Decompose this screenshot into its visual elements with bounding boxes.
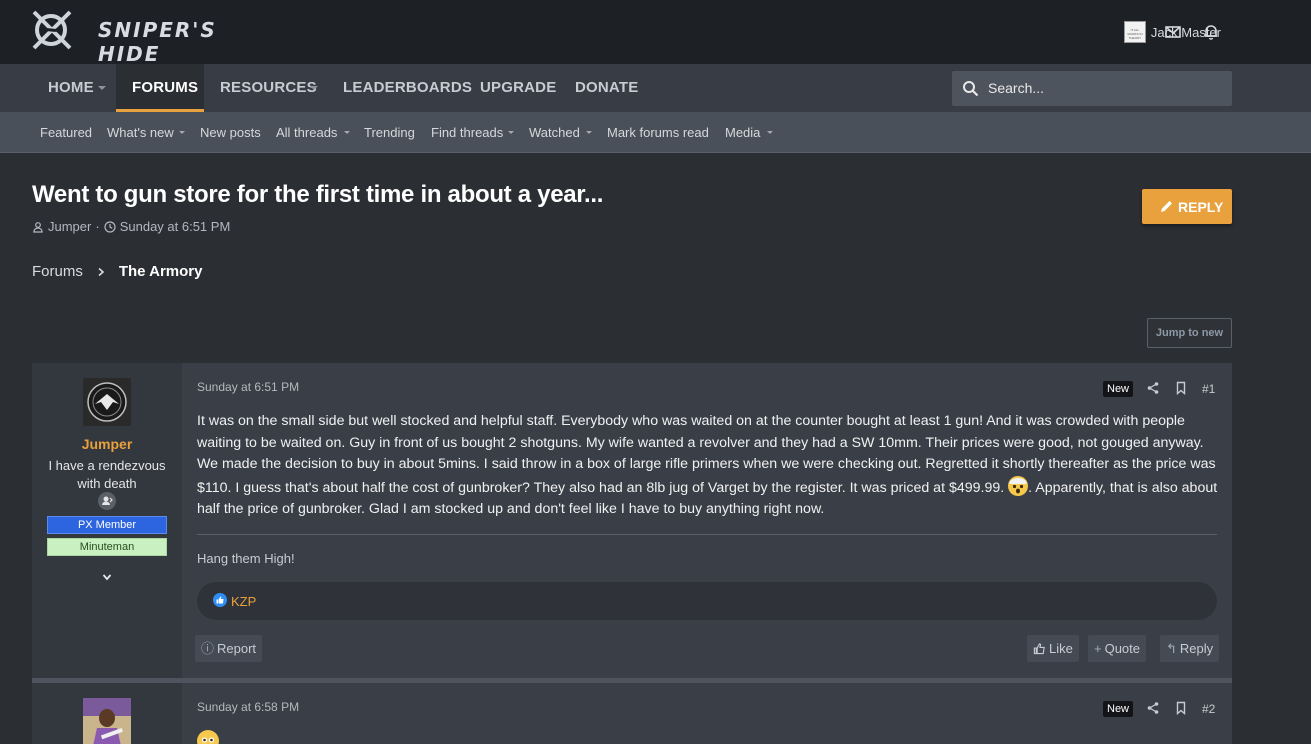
- like-label: Like: [1049, 641, 1073, 656]
- shocked-emoji-icon: [1008, 475, 1029, 496]
- sub-nav: Featured What's new New posts All thread…: [0, 112, 1311, 153]
- share-icon[interactable]: [1146, 381, 1160, 395]
- signature-divider: [197, 534, 1217, 535]
- tab-forums[interactable]: FORUMS: [116, 64, 204, 112]
- subnav-all-threads[interactable]: All threads: [276, 125, 337, 140]
- report-label: Report: [217, 641, 257, 656]
- user-avatar: IT ALL WORKS IN THEORY: [1123, 21, 1146, 43]
- tab-upgrade[interactable]: UPGRADE: [465, 64, 560, 112]
- report-button[interactable]: ⓘ Report: [195, 635, 263, 662]
- pencil-icon: [1161, 201, 1172, 212]
- post-reply-label: Reply: [1179, 641, 1214, 656]
- user-icon: [33, 221, 43, 233]
- breadcrumb-forums[interactable]: Forums: [32, 263, 83, 280]
- avatar[interactable]: [83, 378, 131, 426]
- post-user-panel: Jumper I have a rendezvous with death PX…: [32, 363, 182, 678]
- breadcrumb: Forums The Armory: [32, 263, 202, 280]
- new-badge: New: [1103, 381, 1134, 397]
- tab-label: FORUMS: [132, 79, 199, 96]
- tab-leaderboards[interactable]: LEADERBOARDS: [328, 64, 472, 112]
- flushed-emoji-icon: [197, 730, 219, 744]
- chevron-right-icon: [98, 267, 105, 276]
- tab-label: LEADERBOARDS: [343, 79, 473, 96]
- thread-title: Went to gun store for the first time in …: [32, 181, 604, 208]
- bookmark-icon[interactable]: [1174, 381, 1188, 395]
- reply-button[interactable]: REPLY: [1142, 189, 1232, 224]
- user-title: I have a rendezvous with death: [48, 458, 166, 491]
- tab-label: DONATE: [575, 79, 639, 96]
- chevron-down-icon[interactable]: [310, 86, 318, 90]
- meta-separator: ·: [95, 219, 100, 234]
- post-number[interactable]: #1: [1202, 382, 1215, 396]
- chevron-down-icon[interactable]: [508, 131, 514, 134]
- eagle-emblem-icon: [83, 378, 131, 426]
- quote-label: Quote: [1104, 641, 1141, 656]
- thumbs-up-icon: [1033, 643, 1045, 655]
- post-reply-button[interactable]: ↰ Reply: [1160, 635, 1220, 662]
- avatar[interactable]: [83, 698, 131, 744]
- plus-icon: +: [1094, 641, 1102, 656]
- reactions-bar[interactable]: KZP: [197, 582, 1217, 620]
- top-header: SNIPER'S HIDE IT ALL WORKS IN THEORY Jac…: [0, 0, 1311, 66]
- post-date[interactable]: Sunday at 6:58 PM: [197, 700, 299, 714]
- post: Sunday at 6:58 PM New #2: [32, 683, 1232, 744]
- signature: Hang them High!: [197, 551, 295, 566]
- tab-donate[interactable]: DONATE: [560, 64, 650, 112]
- post-username[interactable]: Jumper: [32, 436, 182, 452]
- new-badge: New: [1103, 701, 1134, 717]
- thread-author[interactable]: Jumper: [48, 219, 91, 234]
- tab-label: HOME: [48, 79, 94, 96]
- site-logo[interactable]: SNIPER'S HIDE: [30, 8, 258, 66]
- reply-button-label: REPLY: [1178, 199, 1224, 215]
- clock-icon: [104, 220, 116, 233]
- post-number[interactable]: #2: [1202, 702, 1215, 716]
- chevron-down-icon[interactable]: [102, 572, 112, 582]
- reaction-username[interactable]: KZP: [231, 594, 256, 609]
- crosshair-logo-icon: [32, 10, 72, 50]
- subnav-mark-forums-read[interactable]: Mark forums read: [607, 125, 709, 140]
- subnav-featured[interactable]: Featured: [40, 125, 92, 140]
- jump-to-new-button[interactable]: Jump to new: [1147, 318, 1232, 348]
- inbox-icon[interactable]: [1163, 22, 1183, 42]
- search-placeholder: Search...: [988, 80, 1045, 96]
- user-status-icon: [98, 492, 116, 510]
- post: Jumper I have a rendezvous with death PX…: [32, 363, 1232, 678]
- share-icon[interactable]: [1146, 701, 1160, 715]
- subnav-trending[interactable]: Trending: [364, 125, 415, 140]
- chevron-down-icon[interactable]: [767, 131, 773, 134]
- subnav-watched[interactable]: Watched: [529, 125, 580, 140]
- tab-label: RESOURCES: [220, 79, 317, 96]
- tab-label: UPGRADE: [480, 79, 557, 96]
- quote-button[interactable]: + Quote: [1088, 635, 1147, 662]
- subnav-media[interactable]: Media: [725, 125, 760, 140]
- subnav-new-posts[interactable]: New posts: [200, 125, 261, 140]
- info-icon: ⓘ: [201, 641, 215, 656]
- post-user-panel: [32, 683, 182, 744]
- chevron-down-icon[interactable]: [98, 86, 106, 90]
- like-button[interactable]: Like: [1027, 635, 1079, 662]
- guitarist-avatar-icon: [83, 698, 131, 744]
- subnav-find-threads[interactable]: Find threads: [431, 125, 503, 140]
- post-body: It was on the small side but well stocke…: [197, 411, 1227, 521]
- breadcrumb-the-armory[interactable]: The Armory: [119, 263, 203, 280]
- search-input[interactable]: Search...: [952, 71, 1232, 106]
- main-nav: HOME FORUMS RESOURCES LEADERBOARDS UPGRA…: [0, 64, 1311, 112]
- user-banner-px-member: PX Member: [47, 516, 167, 534]
- bell-icon[interactable]: [1201, 22, 1221, 42]
- thread-meta: Jumper · Sunday at 6:51 PM: [32, 219, 230, 234]
- user-banner-minuteman: Minuteman: [47, 538, 167, 556]
- logo-text: SNIPER'S HIDE: [98, 18, 217, 66]
- chevron-down-icon[interactable]: [344, 131, 350, 134]
- thread-date[interactable]: Sunday at 6:51 PM: [120, 219, 231, 234]
- subnav-whats-new[interactable]: What's new: [107, 125, 174, 140]
- chevron-down-icon[interactable]: [586, 131, 592, 134]
- bookmark-icon[interactable]: [1174, 701, 1188, 715]
- search-icon: [963, 81, 979, 97]
- post-date[interactable]: Sunday at 6:51 PM: [197, 380, 299, 394]
- like-reaction-icon: [213, 593, 227, 607]
- chevron-down-icon[interactable]: [179, 131, 185, 134]
- reply-arrow-icon: ↰: [1166, 641, 1177, 656]
